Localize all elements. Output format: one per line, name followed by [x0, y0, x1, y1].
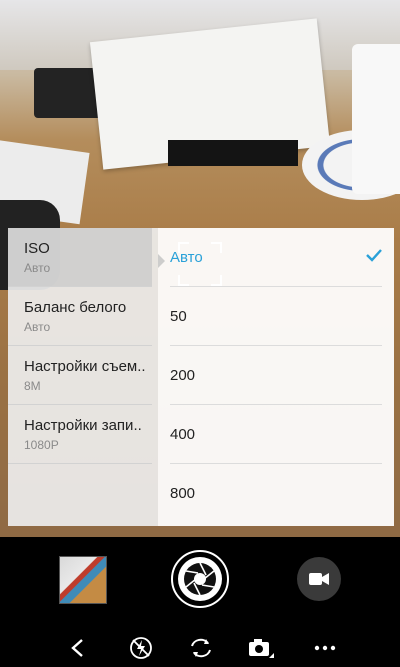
focus-frame [178, 242, 222, 286]
settings-item-video-settings[interactable]: Настройки запи.. 1080P [8, 405, 152, 464]
switch-camera-icon [191, 638, 211, 658]
option-label: 800 [170, 485, 196, 502]
camera-mode-button[interactable] [246, 633, 276, 663]
settings-item-photo-settings[interactable]: Настройки съем.. 8M [8, 346, 152, 405]
settings-item-value: Авто [24, 319, 51, 334]
selection-pointer [158, 254, 165, 268]
iso-option-50[interactable]: 50 [170, 287, 382, 346]
aperture-icon [178, 557, 222, 601]
bottom-nav [0, 629, 400, 667]
settings-item-value: Авто [24, 260, 51, 275]
settings-menu: ISO Авто Баланс белого Авто Настройки съ… [8, 228, 165, 526]
option-label: 200 [170, 366, 196, 384]
option-label: 400 [170, 425, 196, 443]
settings-item-title: ISO [24, 239, 50, 257]
camera-mode-icon [249, 639, 274, 658]
settings-item-value: 8M [24, 378, 41, 393]
more-options-button[interactable] [310, 633, 340, 663]
flash-button[interactable] [126, 633, 156, 663]
settings-item-iso[interactable]: ISO Авто [8, 228, 152, 287]
settings-item-value: 1080P [24, 437, 59, 452]
shutter-button[interactable] [171, 550, 229, 608]
gallery-thumbnail[interactable] [59, 556, 107, 604]
video-camera-icon [309, 573, 329, 585]
more-options-icon [314, 645, 336, 651]
settings-item-white-balance[interactable]: Баланс белого Авто [8, 287, 152, 346]
back-button[interactable] [62, 633, 92, 663]
camera-controls-bar [0, 537, 400, 667]
switch-camera-button[interactable] [186, 633, 216, 663]
iso-option-800[interactable]: 800 [170, 464, 382, 523]
flash-off-icon [130, 637, 152, 659]
option-label: 50 [170, 307, 187, 325]
settings-item-title: Настройки запи.. [24, 416, 142, 434]
scene-cup [352, 44, 400, 194]
video-record-button[interactable] [297, 557, 341, 601]
settings-item-title: Настройки съем.. [24, 357, 146, 375]
iso-option-400[interactable]: 400 [170, 405, 382, 464]
checkmark-icon [366, 248, 382, 267]
settings-item-title: Баланс белого [24, 298, 127, 316]
back-arrow-icon [71, 639, 83, 657]
scene-object [168, 140, 298, 166]
iso-option-200[interactable]: 200 [170, 346, 382, 405]
